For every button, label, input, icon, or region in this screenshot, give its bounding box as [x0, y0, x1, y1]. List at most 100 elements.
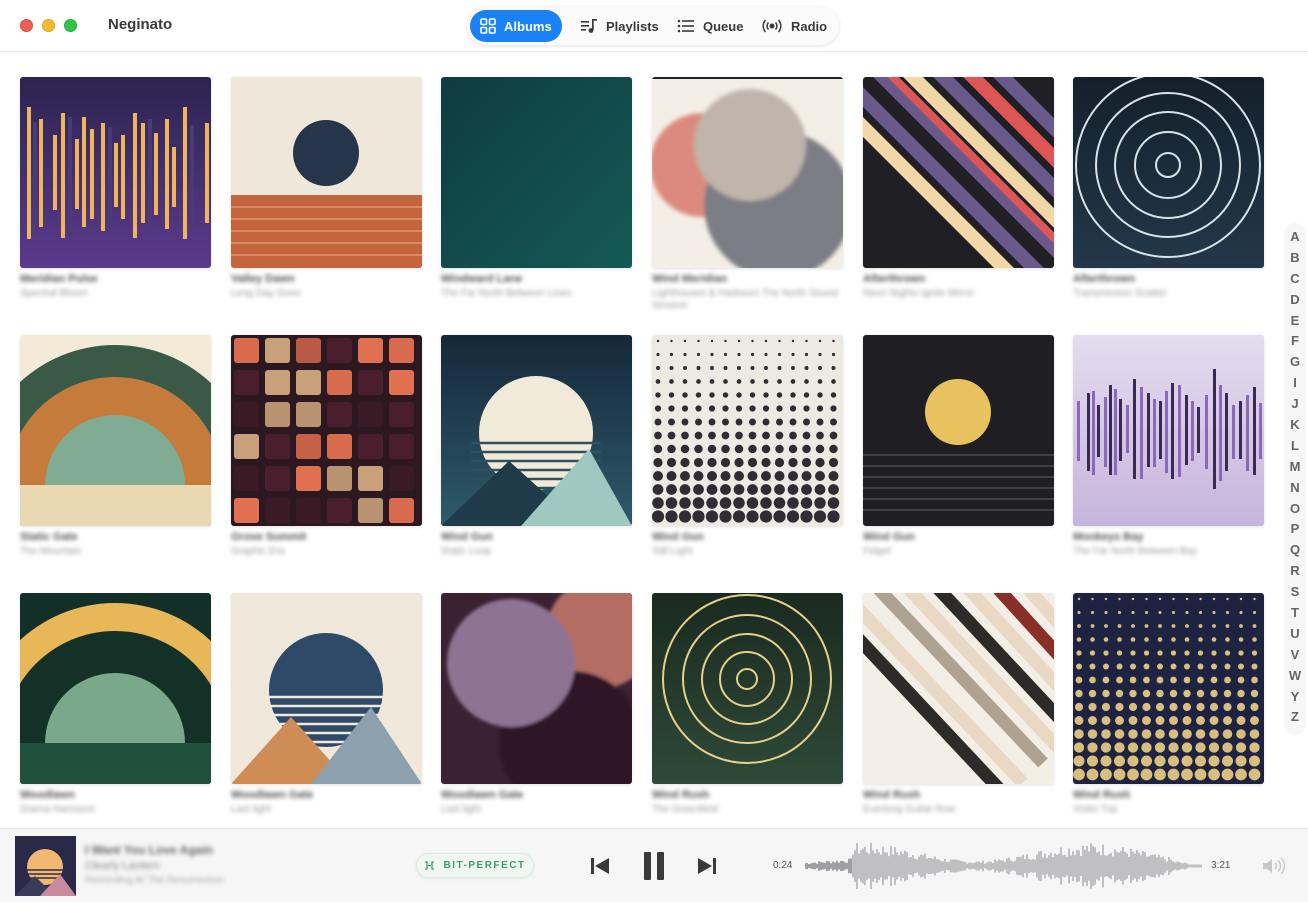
alphabet-letter-e[interactable]: E — [1291, 311, 1300, 332]
album-card[interactable]: Wind Gun Still Light — [652, 335, 843, 572]
alphabet-letter-s[interactable]: S — [1291, 582, 1300, 603]
album-card[interactable]: Valley Dawn Long Day Gone — [231, 77, 422, 314]
title-bar: Neginato Albums Playlists Queue Radio — [0, 0, 1308, 52]
album-title: Wind Meridian — [652, 273, 728, 285]
album-artist: Graphic Era — [231, 546, 285, 557]
alphabet-letter-q[interactable]: Q — [1290, 540, 1300, 561]
alphabet-index: ABCDEFGIJKLMNOPQRSTUVWYZ — [1284, 223, 1306, 735]
tab-playlists[interactable]: Playlists — [570, 10, 669, 42]
album-card[interactable]: Wind Rush Everlong Guitar Row — [863, 593, 1054, 830]
album-artist: Everlong Guitar Row — [863, 804, 956, 815]
next-track-button[interactable] — [697, 857, 717, 875]
album-title: Wind Gun — [652, 531, 704, 543]
alphabet-letter-z[interactable]: Z — [1291, 707, 1299, 728]
album-artist: Last light — [231, 804, 272, 815]
track-artist: Clearly Lantern — [85, 860, 160, 872]
album-card[interactable]: Afterthrown Neon Nights Ignite Mirror — [863, 77, 1054, 314]
album-card[interactable]: Afterthrown Transmission Scatter — [1073, 77, 1264, 314]
album-artist: Long Day Gone — [231, 288, 302, 299]
alphabet-letter-a[interactable]: A — [1290, 227, 1299, 248]
album-card[interactable]: Wind Gun Static Loop — [441, 335, 632, 572]
album-card[interactable]: Woodlawn Gate Last light — [441, 593, 632, 830]
now-playing-cover[interactable] — [15, 836, 76, 896]
album-title: Meridian Pulse — [20, 273, 98, 285]
album-cover — [231, 593, 422, 784]
album-card[interactable]: Wind Rush Violet Trip — [1073, 593, 1264, 830]
minimize-window-button[interactable] — [42, 19, 55, 32]
album-card[interactable]: Woodlawn Drama Harmonic — [20, 593, 211, 830]
broadcast-icon — [762, 19, 782, 33]
alphabet-letter-p[interactable]: P — [1291, 519, 1300, 540]
grid-icon — [480, 18, 496, 34]
album-title: Wind Rush — [863, 789, 921, 801]
tab-queue[interactable]: Queue — [667, 10, 753, 42]
album-artist: Static Loop — [441, 546, 492, 557]
track-album: Reminding At The Resurrection — [85, 875, 224, 886]
zoom-window-button[interactable] — [64, 19, 77, 32]
album-artist: The Greenfield — [652, 804, 719, 815]
album-cover — [863, 335, 1054, 526]
album-artist: Still Light — [652, 546, 693, 557]
elapsed-time: 0:24 — [773, 860, 793, 871]
tab-radio[interactable]: Radio — [751, 10, 837, 42]
album-card[interactable]: Windward Lane The Far North Between Lines — [441, 77, 632, 314]
alphabet-letter-t[interactable]: T — [1291, 603, 1299, 624]
album-card[interactable]: Wind Meridian Lighthouses & Harbours The … — [652, 77, 843, 314]
album-title: Valley Dawn — [231, 273, 295, 285]
alphabet-letter-n[interactable]: N — [1290, 478, 1299, 499]
alphabet-letter-g[interactable]: G — [1290, 352, 1300, 373]
alphabet-letter-d[interactable]: D — [1290, 290, 1299, 311]
alphabet-letter-c[interactable]: C — [1290, 269, 1299, 290]
album-card[interactable]: Grove Summit Graphic Era — [231, 335, 422, 572]
tab-queue-label: Queue — [703, 18, 744, 34]
album-artist: Violet Trip — [1073, 804, 1118, 815]
volume-icon[interactable] — [1262, 857, 1286, 875]
album-card[interactable]: Woodlawn Gate Last light — [231, 593, 422, 830]
album-artist: Neon Nights Ignite Mirror — [863, 288, 975, 299]
waveform-scrubber[interactable] — [805, 843, 1203, 889]
previous-track-button[interactable] — [590, 857, 610, 875]
album-title: Afterthrown — [863, 273, 926, 285]
alphabet-letter-r[interactable]: R — [1290, 561, 1299, 582]
album-card[interactable]: Static Gate The Mountain — [20, 335, 211, 572]
alphabet-letter-i[interactable]: I — [1293, 373, 1297, 394]
alphabet-letter-u[interactable]: U — [1290, 624, 1299, 645]
alphabet-letter-v[interactable]: V — [1291, 645, 1300, 666]
close-window-button[interactable] — [20, 19, 33, 32]
bit-perfect-label: BIT-PERFECT — [443, 860, 526, 871]
album-artist: Transmission Scatter — [1073, 288, 1167, 299]
album-title: Wind Rush — [1073, 789, 1131, 801]
alphabet-letter-f[interactable]: F — [1291, 331, 1299, 352]
album-cover — [441, 77, 632, 268]
album-cover — [231, 77, 422, 268]
main-navigation: Albums Playlists Queue Radio — [467, 7, 839, 45]
album-cover — [441, 593, 632, 784]
album-grid: Meridian Pulse Spectral Bloom Valley Dawn… — [0, 52, 1280, 828]
alphabet-letter-w[interactable]: W — [1289, 666, 1301, 687]
album-card[interactable]: Meridian Pulse Spectral Bloom — [20, 77, 211, 314]
alphabet-letter-l[interactable]: L — [1291, 436, 1299, 457]
pause-button[interactable] — [643, 851, 665, 881]
album-title: Monkeys Bay — [1073, 531, 1144, 543]
album-card[interactable]: Wind Rush The Greenfield — [652, 593, 843, 830]
alphabet-letter-k[interactable]: K — [1290, 415, 1299, 436]
album-title: Wind Gun — [441, 531, 493, 543]
album-cover — [863, 77, 1054, 268]
album-card[interactable]: Monkeys Bay The Far North Between Bay — [1073, 335, 1264, 572]
alphabet-letter-o[interactable]: O — [1290, 499, 1300, 520]
bit-perfect-badge[interactable]: BIT-PERFECT — [416, 853, 534, 878]
album-artist: Last light — [441, 804, 482, 815]
album-card[interactable]: Wind Gun Fidget — [863, 335, 1054, 572]
album-title: Wind Rush — [652, 789, 710, 801]
album-title: Grove Summit — [231, 531, 307, 543]
audio-quality-icon — [425, 861, 435, 870]
album-cover — [1073, 593, 1264, 784]
alphabet-letter-j[interactable]: J — [1291, 394, 1298, 415]
alphabet-letter-b[interactable]: B — [1290, 248, 1299, 269]
alphabet-letter-m[interactable]: M — [1290, 457, 1301, 478]
tab-albums[interactable]: Albums — [470, 10, 562, 42]
alphabet-letter-y[interactable]: Y — [1291, 687, 1300, 708]
album-cover — [441, 335, 632, 526]
album-title: Woodlawn Gate — [441, 789, 524, 801]
album-cover — [231, 335, 422, 526]
